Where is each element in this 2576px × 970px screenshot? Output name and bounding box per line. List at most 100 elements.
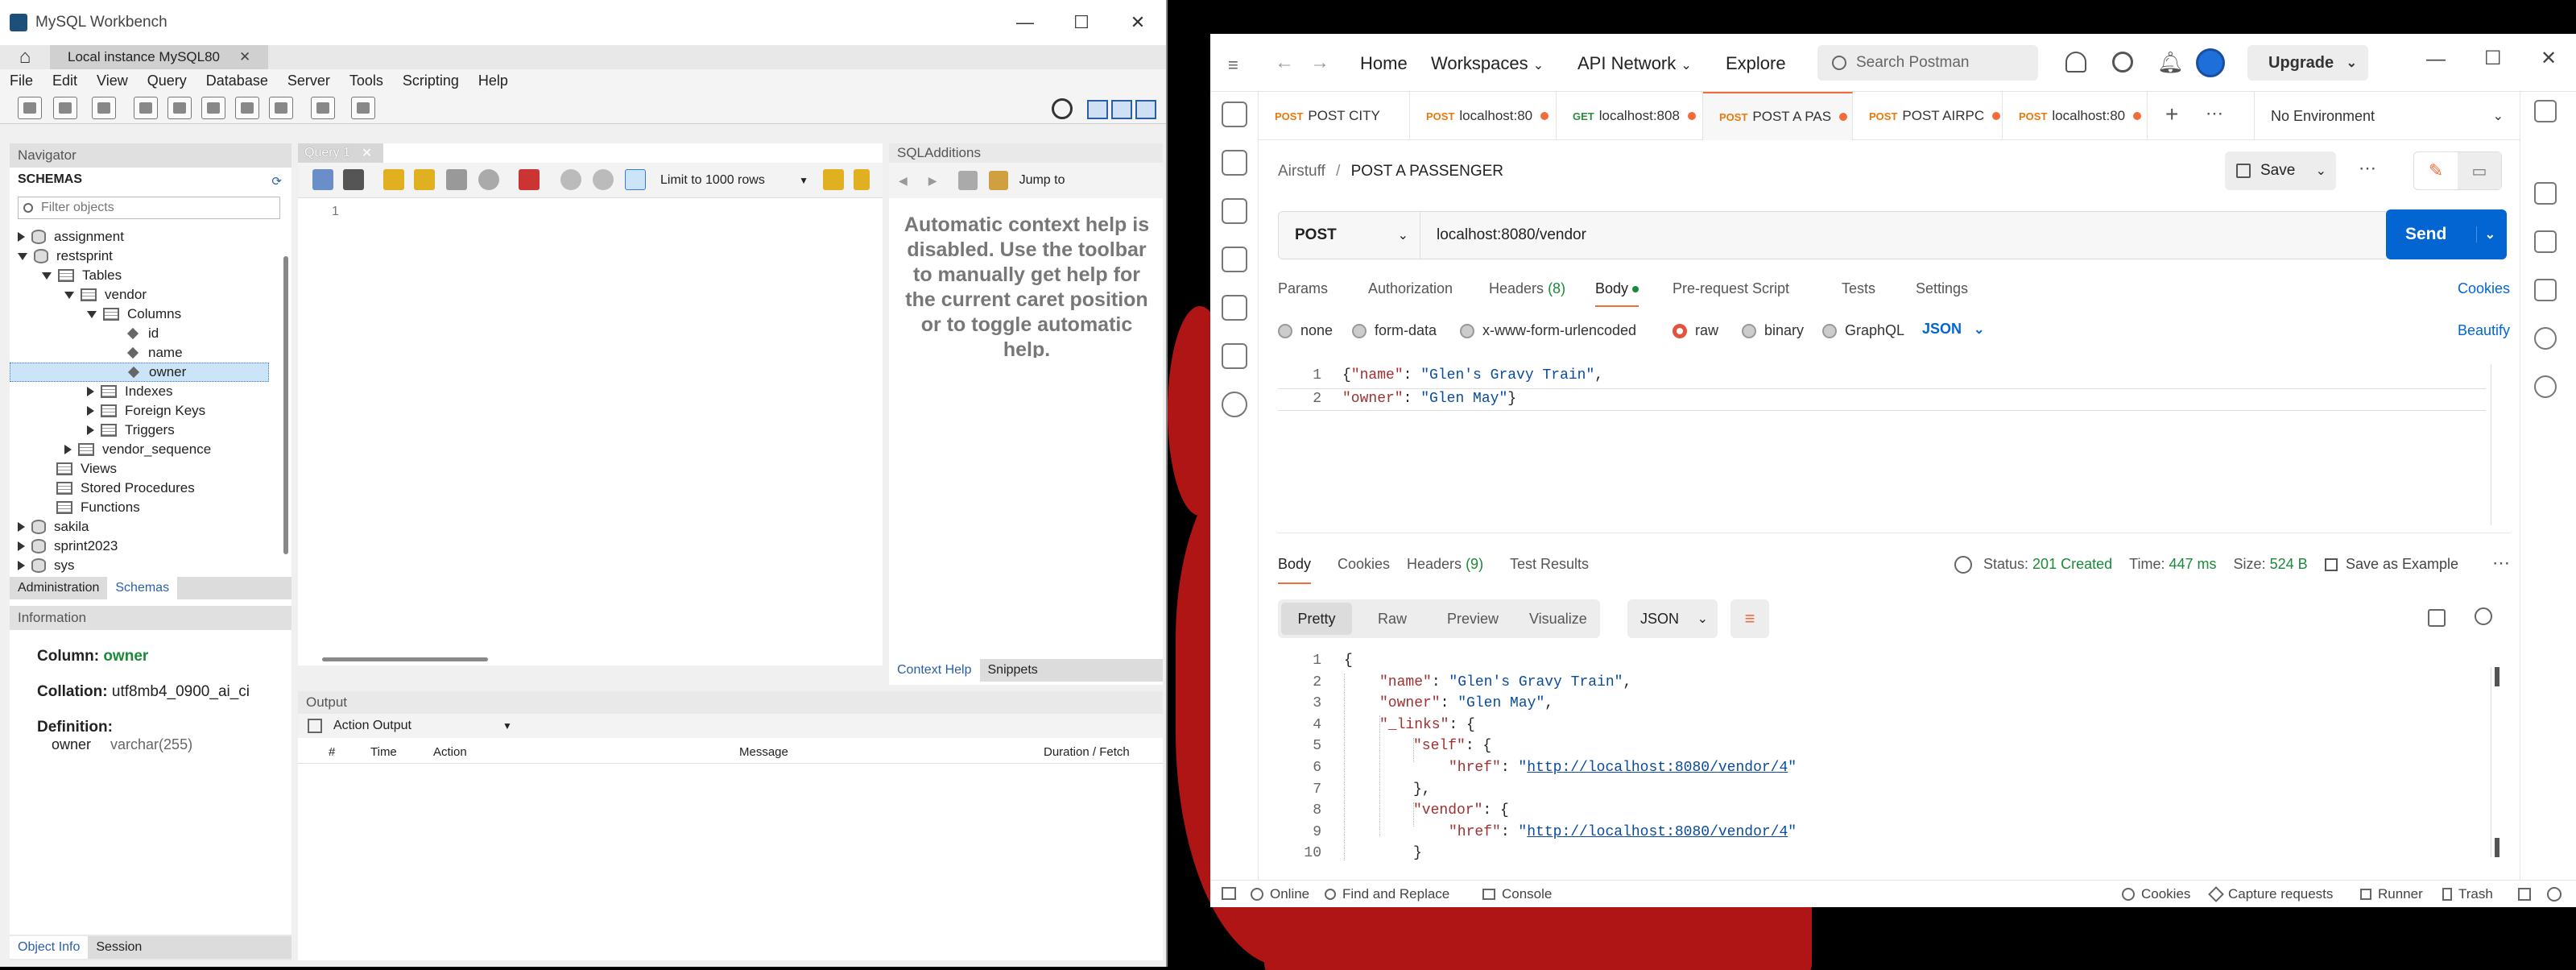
collapse-icon[interactable] [42,272,52,280]
connection-tab[interactable]: Local instance MySQL80 ✕ [50,45,269,69]
radio-graphql[interactable]: GraphQL [1822,322,1904,339]
scroll-down-thumb[interactable] [2495,838,2500,857]
execute-icon[interactable] [383,169,404,190]
resp-tab-body-active[interactable]: Body [1278,556,1312,584]
invite-user-icon[interactable] [2065,52,2086,73]
back-arrow-icon[interactable]: ← [1275,52,1294,74]
tree-indexes[interactable]: Indexes [87,382,173,401]
menu-view[interactable]: View [87,73,138,89]
tree-column-id[interactable]: id [126,324,159,343]
capture-requests-button[interactable]: Capture requests [2208,886,2333,902]
manual-help-icon[interactable] [957,171,978,190]
comments-icon[interactable] [2534,230,2557,253]
maximize-button[interactable]: ☐ [1055,0,1108,45]
explain-icon[interactable] [446,169,467,190]
close-button[interactable]: ✕ [1111,0,1164,45]
monitors-icon[interactable] [1222,295,1247,321]
resp-tab-headers[interactable]: Headers (9) [1407,556,1483,573]
toggle-output-icon[interactable] [1111,100,1132,119]
settings-gear-icon[interactable] [1052,98,1073,119]
stop-icon[interactable] [478,169,499,190]
tab-settings[interactable]: Settings [1916,280,1968,297]
breadcrumb-collection[interactable]: Airstuff [1278,163,1325,180]
search-table-data-icon[interactable] [311,97,335,119]
settings-gear-icon[interactable] [2112,52,2133,73]
more-options-icon[interactable]: ⋯ [2492,553,2510,574]
tab-body-active[interactable]: Body [1595,280,1639,307]
upgrade-button[interactable]: Upgrade ⌄ [2247,45,2368,81]
tab-schemas[interactable]: Schemas [107,577,178,599]
minimize-button[interactable]: — [999,0,1052,45]
beautify-icon[interactable] [854,169,870,190]
find-replace-button[interactable]: Find and Replace [1325,886,1449,902]
menu-hamburger-icon[interactable]: ≡ [1228,55,1238,76]
online-status[interactable]: Online [1251,886,1309,902]
flows-icon[interactable] [1222,343,1247,369]
back-icon[interactable]: ◀ [899,174,908,188]
radio-urlencoded[interactable]: x-www-form-urlencoded [1460,322,1636,339]
query-tab[interactable]: Query 1 ✕ [298,143,383,163]
response-format-select[interactable]: JSON ⌄ [1627,599,1718,638]
tree-column-name[interactable]: name [126,343,183,363]
toggle-sidebar-icon[interactable] [1222,887,1236,900]
tab-params[interactable]: Params [1278,280,1328,297]
toggle-secondary-sidebar-icon[interactable] [1135,100,1156,119]
tree-table-vendor-sequence[interactable]: vendor_sequence [64,440,211,459]
home-icon[interactable]: ⌂ [14,46,35,68]
scroll-up-thumb[interactable] [2495,667,2500,686]
layout-grid-icon[interactable] [2518,888,2531,901]
documentation-icon[interactable] [2534,182,2557,205]
close-tab-icon[interactable]: ✕ [239,49,250,65]
expand-icon[interactable] [18,232,25,242]
copy-icon[interactable] [2428,609,2446,627]
save-file-icon[interactable] [343,169,364,190]
wrap-lines-icon[interactable]: ≡ [1730,599,1769,638]
forward-icon[interactable]: ▶ [928,174,937,188]
editor-scrollbar[interactable] [2491,364,2502,525]
open-sql-file-icon[interactable] [53,97,77,119]
environment-quick-look-icon[interactable] [2534,100,2557,122]
response-scrollbar[interactable] [2491,667,2502,857]
dropdown-arrow-icon[interactable]: ▼ [502,720,512,732]
output-type-select[interactable]: Action Output [333,719,502,733]
reconnect-icon[interactable] [351,97,375,119]
resp-tab-test-results[interactable]: Test Results [1510,556,1589,573]
size-value[interactable]: 524 B [2270,556,2308,572]
suggestions-icon[interactable] [2534,327,2557,350]
expand-icon[interactable] [87,425,94,435]
expand-icon[interactable] [18,561,25,570]
beautify-link[interactable]: Beautify [2458,322,2510,339]
expand-icon[interactable] [18,541,25,551]
expand-icon[interactable] [87,406,94,416]
create-table-icon[interactable] [167,97,192,119]
trash-button[interactable]: Trash [2442,886,2493,902]
radio-binary[interactable]: binary [1742,322,1804,339]
menu-query[interactable]: Query [138,73,196,89]
chevron-down-icon[interactable]: ⌄ [2347,55,2357,71]
create-view-icon[interactable] [201,97,225,119]
url-input[interactable]: localhost:8080/vendor [1437,226,1586,244]
tree-table-vendor[interactable]: vendor [64,285,147,305]
tab-object-info[interactable]: Object Info [10,936,89,959]
environment-select[interactable]: No Environment ⌄ [2254,92,2520,140]
tree-tables[interactable]: Tables [42,266,122,285]
menu-scripting[interactable]: Scripting [393,73,469,89]
more-tabs-icon[interactable]: ⋯ [2206,103,2223,124]
commit-icon[interactable] [560,169,581,190]
execute-current-icon[interactable] [414,169,435,190]
tree-scrollbar[interactable] [283,256,288,554]
col-duration[interactable]: Duration / Fetch [1044,745,1130,759]
nav-explore[interactable]: Explore [1726,53,1786,74]
collapse-icon[interactable] [64,291,74,299]
view-pretty-active[interactable]: Pretty [1281,603,1352,635]
method-select[interactable]: POST ⌄ [1279,212,1420,259]
tree-triggers[interactable]: Triggers [87,421,175,440]
apis-icon[interactable] [1222,150,1247,176]
expand-icon[interactable] [87,387,94,396]
breadcrumb-request[interactable]: POST A PASSENGER [1351,163,1503,180]
search-icon[interactable] [2475,607,2492,625]
environments-icon[interactable] [1222,198,1247,224]
collapse-icon[interactable] [87,310,97,318]
mock-servers-icon[interactable] [1222,247,1247,272]
forward-arrow-icon[interactable]: → [1310,52,1329,74]
